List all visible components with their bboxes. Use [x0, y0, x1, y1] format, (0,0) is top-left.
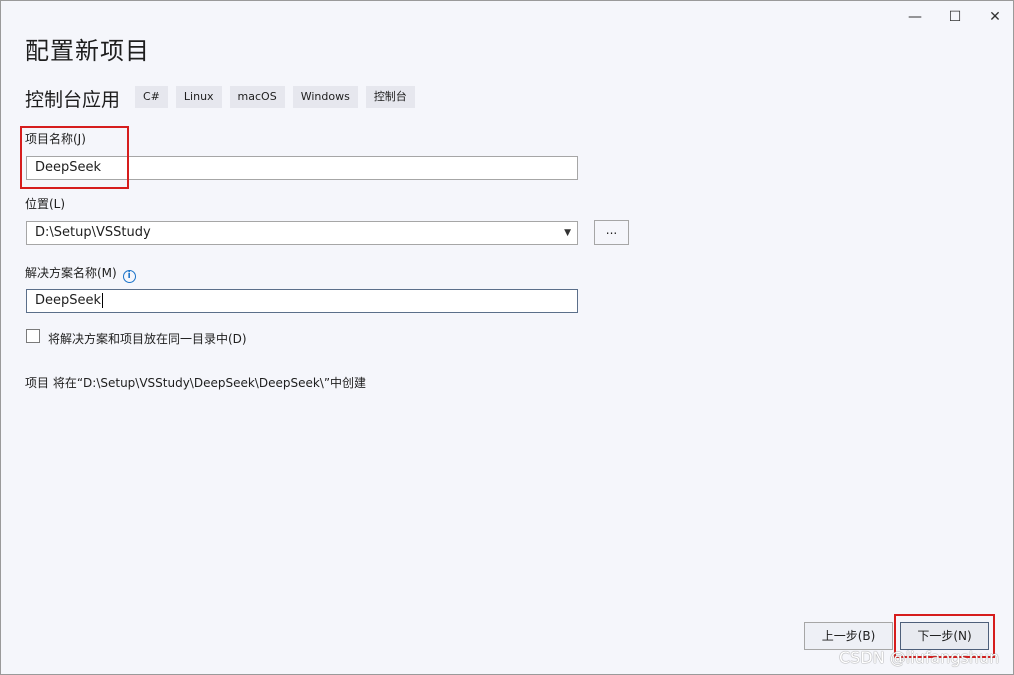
maximize-icon: ☐ [948, 9, 962, 25]
next-button[interactable]: 下一步(N) [900, 622, 989, 650]
location-dropdown[interactable]: D:\Setup\VSStudy ▼ [26, 221, 578, 245]
solution-name-value: DeepSeek [35, 293, 102, 308]
project-name-label: 项目名称(J) [25, 132, 86, 146]
tag-platform-linux: Linux [175, 86, 222, 108]
tag-platform-windows: Windows [292, 86, 358, 108]
same-directory-label[interactable]: 将解决方案和项目放在同一目录中(D) [48, 330, 247, 347]
close-button[interactable]: ✕ [981, 7, 1009, 27]
location-value: D:\Setup\VSStudy [35, 225, 151, 240]
solution-name-label-row: 解决方案名称(M) i [25, 264, 136, 283]
solution-name-input[interactable]: DeepSeek [26, 289, 578, 313]
dialog-window: — ☐ ✕ 配置新项目 控制台应用 C# Linux macOS Windows… [0, 0, 1014, 675]
back-button[interactable]: 上一步(B) [804, 622, 893, 650]
tag-project-type: 控制台 [365, 86, 415, 108]
same-directory-checkbox[interactable] [26, 329, 40, 343]
info-icon[interactable]: i [122, 269, 136, 283]
page-title: 配置新项目 [25, 37, 150, 65]
close-icon: ✕ [989, 9, 1001, 25]
text-caret [102, 293, 104, 308]
tag-platform-macos: macOS [229, 86, 285, 108]
project-name-input[interactable]: DeepSeek [26, 156, 578, 180]
maximize-button[interactable]: ☐ [941, 7, 969, 27]
project-name-value: DeepSeek [35, 160, 102, 175]
location-label: 位置(L) [25, 197, 66, 211]
minimize-button[interactable]: — [901, 7, 929, 27]
dropdown-arrow-icon: ▼ [564, 228, 571, 238]
tag-language: C# [135, 86, 168, 108]
template-tags: C# Linux macOS Windows 控制台 [135, 86, 415, 108]
browse-button[interactable]: ... [594, 220, 629, 245]
minimize-icon: — [908, 9, 922, 25]
template-name: 控制台应用 [25, 89, 121, 111]
project-path-info: 项目 将在“D:\Setup\VSStudy\DeepSeek\DeepSeek… [25, 376, 367, 390]
solution-name-label: 解决方案名称(M) [25, 266, 117, 280]
watermark: CSDN @liufangshun [839, 648, 1000, 667]
